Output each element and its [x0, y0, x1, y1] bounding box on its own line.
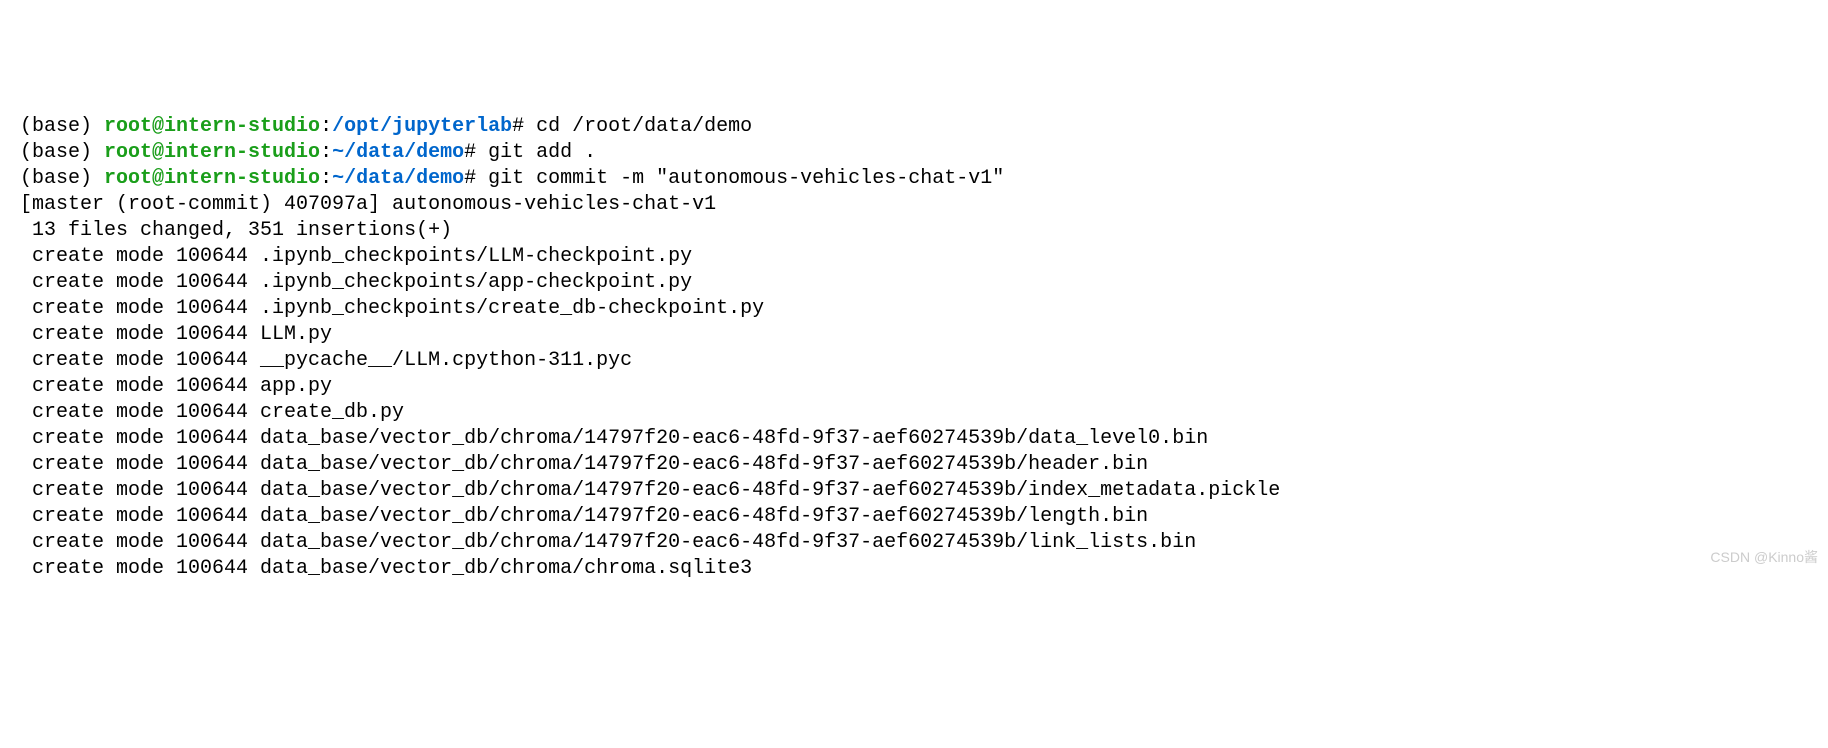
prompt-colon: : [320, 141, 332, 164]
prompt-colon: : [320, 167, 332, 190]
prompt-colon: : [320, 115, 332, 138]
cwd-path: ~/data/demo [332, 167, 464, 190]
user-host: root@intern-studio [104, 115, 320, 138]
cwd-path: ~/data/demo [332, 141, 464, 164]
watermark: CSDN @Kinno酱 [1710, 548, 1818, 566]
command-text: git commit -m "autonomous-vehicles-chat-… [488, 167, 1004, 190]
prompt-line: (base) root@intern-studio:~/data/demo# g… [20, 166, 1808, 192]
output-line: create mode 100644 app.py [20, 374, 1808, 400]
output-line: create mode 100644 data_base/vector_db/c… [20, 504, 1808, 530]
prompt-sigil: # [464, 141, 488, 164]
terminal-output[interactable]: (base) root@intern-studio:/opt/jupyterla… [20, 114, 1808, 582]
user-host: root@intern-studio [104, 167, 320, 190]
output-line: create mode 100644 data_base/vector_db/c… [20, 426, 1808, 452]
command-text: cd /root/data/demo [536, 115, 752, 138]
output-line: create mode 100644 __pycache__/LLM.cpyth… [20, 348, 1808, 374]
output-line: create mode 100644 data_base/vector_db/c… [20, 452, 1808, 478]
command-text: git add . [488, 141, 596, 164]
output-line: create mode 100644 .ipynb_checkpoints/ap… [20, 270, 1808, 296]
cwd-path: /opt/jupyterlab [332, 115, 512, 138]
prompt-sigil: # [512, 115, 536, 138]
conda-env: (base) [20, 115, 104, 138]
prompt-line: (base) root@intern-studio:~/data/demo# g… [20, 140, 1808, 166]
output-line: create mode 100644 LLM.py [20, 322, 1808, 348]
output-line: 13 files changed, 351 insertions(+) [20, 218, 1808, 244]
user-host: root@intern-studio [104, 141, 320, 164]
prompt-line: (base) root@intern-studio:/opt/jupyterla… [20, 114, 1808, 140]
output-line: [master (root-commit) 407097a] autonomou… [20, 192, 1808, 218]
output-line: create mode 100644 data_base/vector_db/c… [20, 530, 1808, 556]
conda-env: (base) [20, 141, 104, 164]
output-line: create mode 100644 .ipynb_checkpoints/LL… [20, 244, 1808, 270]
output-line: create mode 100644 data_base/vector_db/c… [20, 478, 1808, 504]
output-line: create mode 100644 create_db.py [20, 400, 1808, 426]
output-line: create mode 100644 data_base/vector_db/c… [20, 556, 1808, 582]
conda-env: (base) [20, 167, 104, 190]
prompt-sigil: # [464, 167, 488, 190]
output-line: create mode 100644 .ipynb_checkpoints/cr… [20, 296, 1808, 322]
